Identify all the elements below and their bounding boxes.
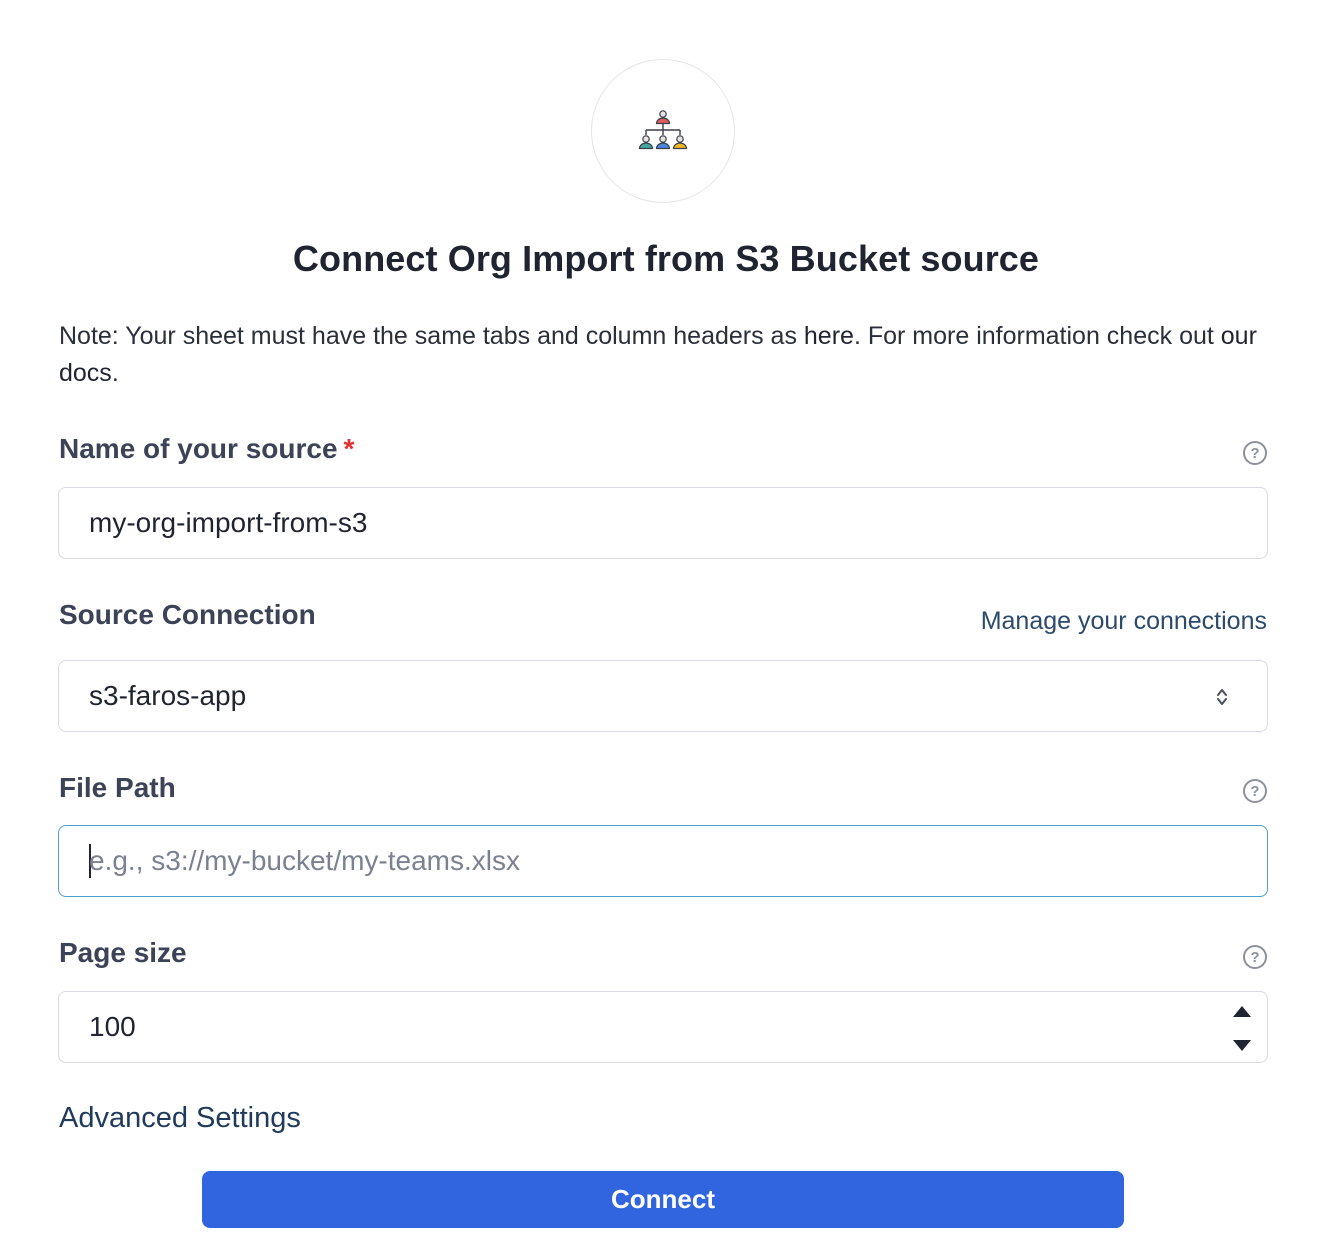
here-link[interactable]: here — [804, 322, 854, 350]
file-path-input[interactable]: e.g., s3://my-bucket/my-teams.xlsx — [58, 825, 1268, 897]
file-path-label: File Path — [59, 772, 176, 803]
source-name-input[interactable]: my-org-import-from-s3 — [58, 487, 1268, 559]
step-down-icon — [1233, 1040, 1251, 1051]
note-middle: . For more information check out — [853, 322, 1221, 350]
source-name-value: my-org-import-from-s3 — [89, 507, 368, 538]
page-title: Connect Org Import from S3 Bucket source — [292, 238, 1040, 279]
source-name-label: Name of your source * — [59, 433, 354, 465]
select-updown-icon — [1217, 689, 1227, 705]
number-stepper[interactable] — [1231, 1002, 1253, 1054]
source-connection-select[interactable]: s3-faros-app — [58, 660, 1268, 732]
file-path-placeholder: e.g., s3://my-bucket/my-teams.xlsx — [89, 845, 520, 876]
connect-button[interactable]: Connect — [202, 1171, 1124, 1228]
page-size-label: Page size — [59, 937, 187, 968]
source-connection-label: Source Connection — [59, 599, 316, 630]
note-prefix: Note: Your sheet must have the same tabs… — [59, 322, 804, 350]
page-size-input[interactable]: 100 — [58, 991, 1268, 1063]
note-suffix: . — [111, 359, 119, 387]
file-path-help-icon[interactable]: ? — [1243, 779, 1267, 803]
connect-source-page: Connect Org Import from S3 Bucket source… — [0, 0, 1332, 1254]
page-size-help-icon[interactable]: ? — [1243, 945, 1267, 969]
advanced-settings-link[interactable]: Advanced Settings — [59, 1102, 301, 1135]
manage-connections-link[interactable]: Manage your connections — [981, 607, 1267, 636]
required-asterisk: * — [343, 433, 355, 464]
source-name-help-icon[interactable]: ? — [1243, 441, 1267, 465]
page-size-value: 100 — [89, 1011, 136, 1042]
source-logo — [591, 59, 735, 203]
source-connection-value: s3-faros-app — [89, 680, 247, 711]
step-up-icon — [1233, 1006, 1251, 1017]
instructions-note: Note: Your sheet must have the same tabs… — [59, 318, 1274, 392]
org-chart-icon — [638, 110, 688, 150]
source-name-label-text: Name of your source — [59, 433, 338, 464]
